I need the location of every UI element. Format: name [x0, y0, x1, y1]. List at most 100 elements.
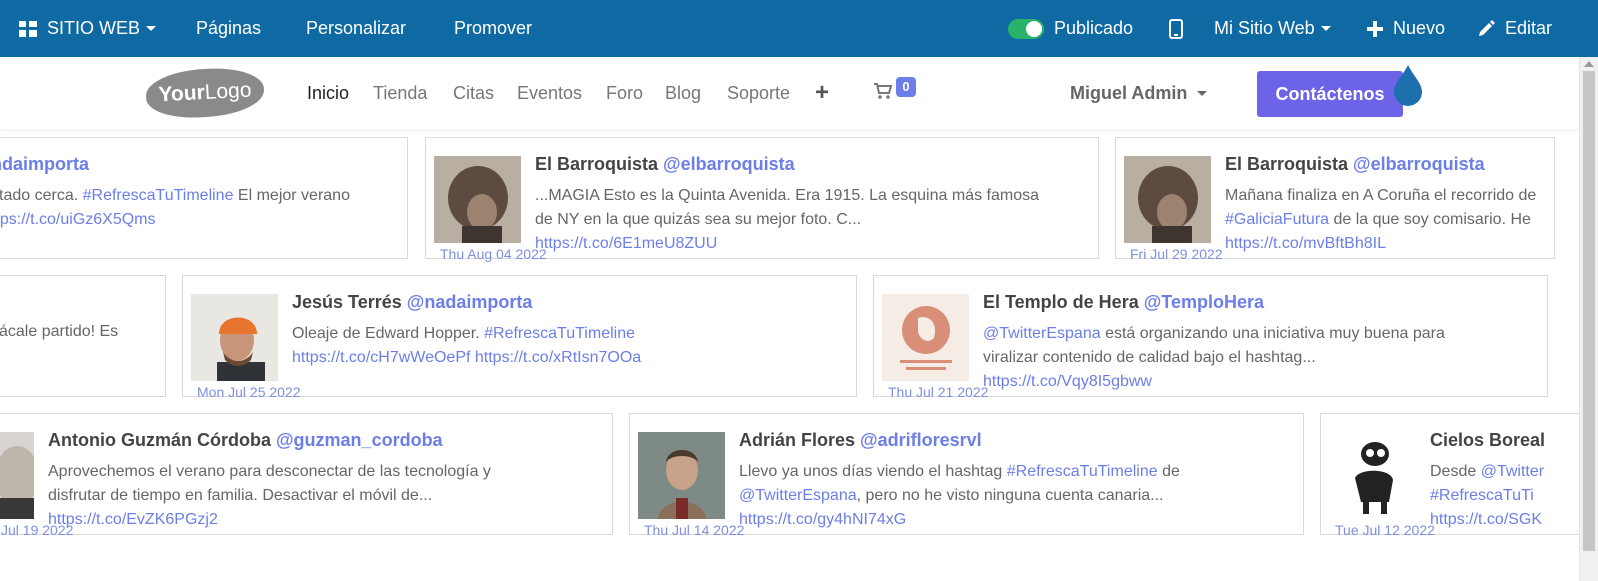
contact-button[interactable]: Contáctenos [1257, 71, 1403, 117]
tweet-card[interactable]: El Templo de Hera @TemploHera @TwitterEs… [873, 275, 1548, 400]
avatar [191, 294, 278, 381]
tweet-line: ...MAGIA Esto es la Quinta Avenida. Era … [535, 187, 1039, 204]
tweet-card[interactable]: ndaimporta stado cerca. #RefrescaTuTimel… [0, 137, 408, 259]
nav-item-soporte[interactable]: Soporte [727, 57, 790, 129]
tweet-link[interactable]: https://t.co/Vqy8I5gbww [983, 373, 1152, 390]
nav-item-eventos[interactable]: Eventos [517, 57, 582, 129]
chevron-down-icon [1197, 90, 1208, 96]
avatar [1329, 432, 1416, 519]
tweet-card[interactable]: El Barroquista @elbarroquista Mañana fin… [1115, 137, 1555, 262]
tweet-link[interactable]: https://t.co/6E1meU8ZUU [535, 235, 717, 252]
site-navbar: Your Logo Inicio Tienda Citas Eventos For… [0, 57, 1580, 129]
tweet-card[interactable]: sácale partido! Es [0, 275, 166, 397]
user-menu[interactable]: Miguel Admin [1070, 57, 1208, 129]
edit-button[interactable]: Editar [1478, 0, 1552, 57]
mention-link[interactable]: @TwitterEspana [983, 325, 1101, 342]
shopping-cart-icon[interactable] [873, 81, 893, 101]
tweet-link[interactable]: https://t.co/gy4hNI74xG [739, 511, 906, 528]
site-menu-button[interactable]: SITIO WEB [19, 0, 157, 57]
plus-icon [1367, 20, 1383, 37]
my-site-menu[interactable]: Mi Sitio Web [1214, 0, 1331, 57]
tweet-card[interactable]: Jesús Terrés @nadaimporta Oleaje de Edwa… [182, 275, 857, 400]
tweet-header: Cielos Boreal [1430, 430, 1545, 451]
chevron-down-icon [146, 26, 157, 31]
nav-item-tienda[interactable]: Tienda [373, 57, 427, 129]
nav-item-citas[interactable]: Citas [453, 57, 494, 129]
tweet-text: Oleaje de Edward Hopper. #RefrescaTuTime… [292, 322, 641, 370]
tweet-header: El Barroquista @elbarroquista [535, 154, 795, 175]
mobile-preview-button[interactable] [1169, 0, 1183, 57]
tweet-text: Mañana finaliza en A Coruña el recorrido… [1225, 184, 1536, 256]
promote-menu[interactable]: Promover [454, 0, 532, 57]
tweet-card[interactable]: Antonio Guzmán Córdoba @guzman_cordoba A… [0, 413, 613, 538]
hashtag-link[interactable]: #RefrescaTuTimeline [484, 325, 635, 342]
hashtag-link[interactable]: #RefrescaTuTimeline [1007, 463, 1158, 480]
tweet-text: sácale partido! Es [0, 320, 118, 344]
tweet-author: El Barroquista [535, 154, 659, 174]
mention-link[interactable]: @Twitter [1481, 463, 1544, 480]
tweet-text: stado cerca. #RefrescaTuTimeline El mejo… [0, 184, 350, 232]
tweet-author: El Barroquista [1225, 154, 1349, 174]
hashtag-link[interactable]: #RefrescaTuTimeline [83, 187, 234, 204]
tweet-handle[interactable]: @nadaimporta [407, 292, 533, 312]
tweet-text: Llevo ya unos días viendo el hashtag #Re… [739, 460, 1180, 532]
tweet-header: Adrián Flores @adrifloresrvl [739, 430, 982, 451]
tweet-card[interactable]: El Barroquista @elbarroquista ...MAGIA E… [425, 137, 1099, 262]
tweet-card[interactable]: Cielos Boreal Desde @Twitter #RefrescaTuT… [1320, 413, 1580, 538]
my-site-label: Mi Sitio Web [1214, 18, 1315, 38]
customize-menu[interactable]: Personalizar [306, 0, 406, 57]
tweet-link[interactable]: https://t.co/mvBftBh8IL [1225, 235, 1386, 252]
pages-label: Páginas [196, 18, 262, 38]
promote-label: Promover [454, 18, 533, 38]
tweet-author: Cielos Boreal [1430, 430, 1546, 450]
toggle-switch-icon [1008, 18, 1044, 39]
pages-menu[interactable]: Páginas [196, 0, 261, 57]
site-logo[interactable]: Your Logo [144, 65, 266, 121]
nav-item-inicio[interactable]: Inicio [307, 57, 349, 129]
add-menu-item-button[interactable]: + [815, 57, 829, 129]
tweet-date: Fri Jul 29 2022 [1130, 246, 1223, 262]
avatar [0, 432, 34, 519]
tweet-handle[interactable]: @TemploHera [1144, 292, 1264, 312]
customize-label: Personalizar [306, 18, 407, 38]
nav-item-foro[interactable]: Foro [606, 57, 643, 129]
new-button[interactable]: Nuevo [1367, 0, 1445, 57]
tweet-author: Antonio Guzmán Córdoba [48, 430, 271, 450]
tweet-line: Desde [1430, 463, 1481, 480]
tweet-line: está organizando una iniciativa muy buen… [1100, 325, 1445, 342]
tweet-line: viralizar contenido de calidad bajo el h… [983, 349, 1316, 366]
avatar [1124, 156, 1211, 243]
tweet-line: de [1157, 463, 1180, 480]
publish-toggle[interactable]: Publicado [1008, 0, 1133, 57]
tweet-link[interactable]: https://t.co/SGK [1430, 511, 1542, 528]
tweet-link[interactable]: https://t.co/EvZK6PGzj2 [48, 511, 218, 528]
tweet-line: Aprovechemos el verano para desconectar … [48, 463, 491, 480]
scrollbar-thumb[interactable] [1583, 71, 1595, 551]
tweet-header: El Barroquista @elbarroquista [1225, 154, 1485, 175]
nav-item-blog[interactable]: Blog [665, 57, 701, 129]
scroll-up-arrow-icon[interactable] [1584, 61, 1594, 67]
tweet-link[interactable]: ttps://t.co/uiGz6X5Qms [0, 211, 156, 228]
tweet-text: Desde @Twitter #RefrescaTuTi https://t.co/… [1430, 460, 1544, 532]
tweet-handle[interactable]: ndaimporta [0, 154, 89, 174]
tweet-text: Aprovechemos el verano para desconectar … [48, 460, 491, 532]
tweet-line: Llevo ya unos días viendo el hashtag [739, 463, 1007, 480]
tweet-handle[interactable]: @elbarroquista [663, 154, 795, 174]
tweet-date: Thu Jul 21 2022 [888, 384, 989, 400]
vertical-scrollbar[interactable] [1579, 57, 1598, 581]
mention-link[interactable]: @TwitterEspana [739, 487, 857, 504]
tweet-text: @TwitterEspana está organizando una inic… [983, 322, 1445, 394]
tweet-handle[interactable]: @elbarroquista [1353, 154, 1485, 174]
hashtag-link[interactable]: #GaliciaFutura [1225, 211, 1329, 228]
hashtag-link[interactable]: #RefrescaTuTi [1430, 487, 1534, 504]
tweet-link[interactable]: https://t.co/cH7wWeOePf https://t.co/xRt… [292, 349, 641, 366]
tweet-line: de la que soy comisario. He [1329, 211, 1531, 228]
tweet-handle[interactable]: @adrifloresrvl [860, 430, 982, 450]
cart-count-badge: 0 [896, 77, 916, 97]
tweet-card[interactable]: Adrián Flores @adrifloresrvl Llevo ya un… [629, 413, 1304, 538]
water-drop-icon[interactable] [1392, 65, 1424, 107]
tweet-handle[interactable]: @guzman_cordoba [276, 430, 443, 450]
tweet-line: sácale partido! Es [0, 323, 119, 340]
logo-text-bold: Your [157, 81, 206, 107]
edit-label: Editar [1505, 18, 1553, 38]
